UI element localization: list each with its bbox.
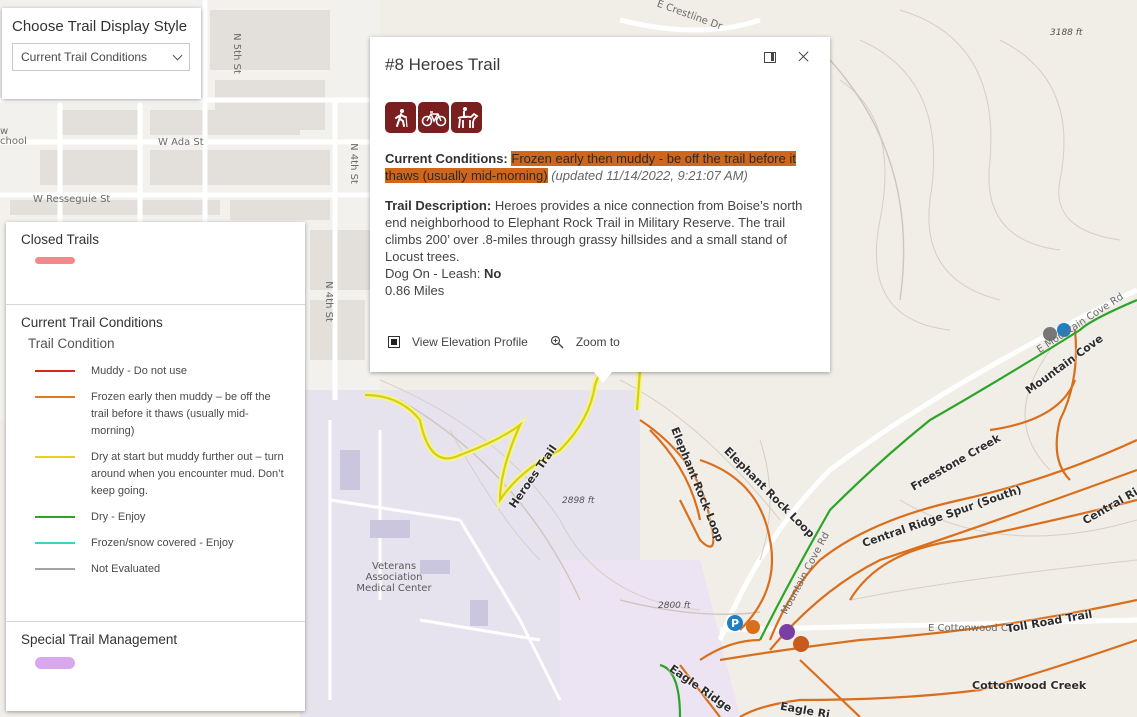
view-elevation-profile-button[interactable]: View Elevation Profile — [388, 335, 528, 349]
close-icon[interactable] — [794, 47, 814, 67]
legend-conditions-title: Current Trail Conditions — [21, 315, 163, 330]
legend-label: Muddy - Do not use — [91, 365, 187, 377]
legend-panel: Closed Trails Current Trail Conditions T… — [6, 222, 305, 711]
horse-rider-icon — [451, 102, 482, 133]
street-label: W Ada St — [158, 137, 204, 148]
elevation-label: 2800 ft — [658, 601, 691, 611]
zoom-to-label: Zoom to — [575, 335, 620, 349]
closed-trail-swatch — [35, 257, 75, 264]
updated-timestamp: (updated 11/14/2022, 9:21:07 AM) — [551, 168, 748, 183]
svg-text:P: P — [731, 617, 739, 630]
picnic-icon — [779, 624, 795, 640]
popup-title: #8 Heroes Trail — [385, 55, 501, 74]
legend-closed-title: Closed Trails — [21, 232, 100, 247]
legend-line-dry-then-muddy — [35, 456, 75, 458]
view-elevation-profile-label: View Elevation Profile — [412, 335, 528, 349]
street-label: N 4th St — [322, 281, 334, 322]
zoom-to-button[interactable]: Zoom to — [550, 335, 620, 349]
legend-label: Dry at start but muddy further out – tur… — [91, 451, 284, 497]
legend-item: Frozen early then muddy – be off the tra… — [21, 389, 290, 440]
elevation-label: 2898 ft — [562, 496, 595, 506]
legend-label: Not Evaluated — [91, 563, 161, 575]
display-style-value: Current Trail Conditions — [21, 50, 148, 64]
legend-line-dry — [35, 516, 75, 518]
legend-label: Dry - Enjoy — [91, 511, 146, 523]
legend-special-section: Special Trail Management — [6, 622, 305, 679]
conditions-label: Current Conditions: — [385, 151, 508, 166]
elevation-profile-icon — [388, 336, 400, 348]
popup-controls — [760, 47, 814, 67]
dock-icon[interactable] — [760, 47, 780, 67]
legend-item: Dry at start but muddy further out – tur… — [21, 449, 290, 500]
legend-label: Frozen early then muddy – be off the tra… — [91, 391, 271, 437]
description-label: Trail Description: — [385, 198, 492, 213]
legend-line-frozen-muddy — [35, 396, 75, 398]
dog-label: Dog On - Leash: — [385, 266, 481, 281]
legend-item: Muddy - Do not use — [21, 363, 290, 380]
bike-icon — [418, 102, 449, 133]
trail-label-cottonwood[interactable]: Cottonwood Creek — [972, 679, 1086, 692]
legend-closed-section: Closed Trails — [6, 222, 305, 305]
popup-body: Current Conditions: Frozen early then mu… — [385, 150, 805, 299]
street-label: W Resseguie St — [33, 194, 111, 205]
legend-special-title: Special Trail Management — [21, 632, 178, 647]
popup-actions: View Elevation Profile Zoom to — [388, 335, 620, 349]
legend-item: Frozen/snow covered - Enjoy — [21, 535, 290, 552]
dog-rule: Dog On - Leash: No — [385, 265, 805, 282]
display-style-title: Choose Trail Display Style — [12, 18, 188, 35]
trash-icon — [793, 636, 809, 652]
display-style-panel: Choose Trail Display Style Current Trail… — [2, 8, 201, 99]
legend-conditions-subtitle: Trail Condition — [28, 336, 115, 351]
trail-sign-icon — [746, 620, 760, 634]
school-label: chool — [0, 136, 27, 147]
trail-popup: #8 Heroes Trail Current Conditions: Froz… — [370, 37, 830, 383]
legend-item: Dry - Enjoy — [21, 509, 290, 526]
street-label: N 4th St — [347, 143, 359, 184]
legend-line-not-evaluated — [35, 568, 75, 570]
legend-conditions-section: Current Trail Conditions Trail Condition… — [6, 305, 305, 622]
special-trail-swatch — [35, 657, 75, 669]
trail-length: 0.86 Miles — [385, 283, 445, 298]
activity-icons — [385, 102, 482, 133]
legend-line-muddy — [35, 370, 75, 372]
dog-value: No — [484, 266, 502, 281]
legend-item: Not Evaluated — [21, 561, 290, 578]
description-paragraph: Trail Description: Heroes provides a nic… — [385, 197, 805, 265]
elevation-label: 3188 ft — [1050, 28, 1083, 38]
hospital-label: Veterans Association Medical Center — [356, 561, 432, 594]
conditions-paragraph: Current Conditions: Frozen early then mu… — [385, 150, 805, 184]
legend-label: Frozen/snow covered - Enjoy — [91, 537, 234, 549]
street-label: N 5th St — [230, 33, 242, 74]
legend-line-frozen-snow — [35, 542, 75, 544]
zoom-icon — [550, 335, 564, 349]
chevron-down-icon — [172, 50, 183, 60]
street-label: E Cottonwood Cr — [928, 623, 1012, 634]
display-style-select[interactable]: Current Trail Conditions — [12, 43, 190, 71]
hiker-icon — [385, 102, 416, 133]
